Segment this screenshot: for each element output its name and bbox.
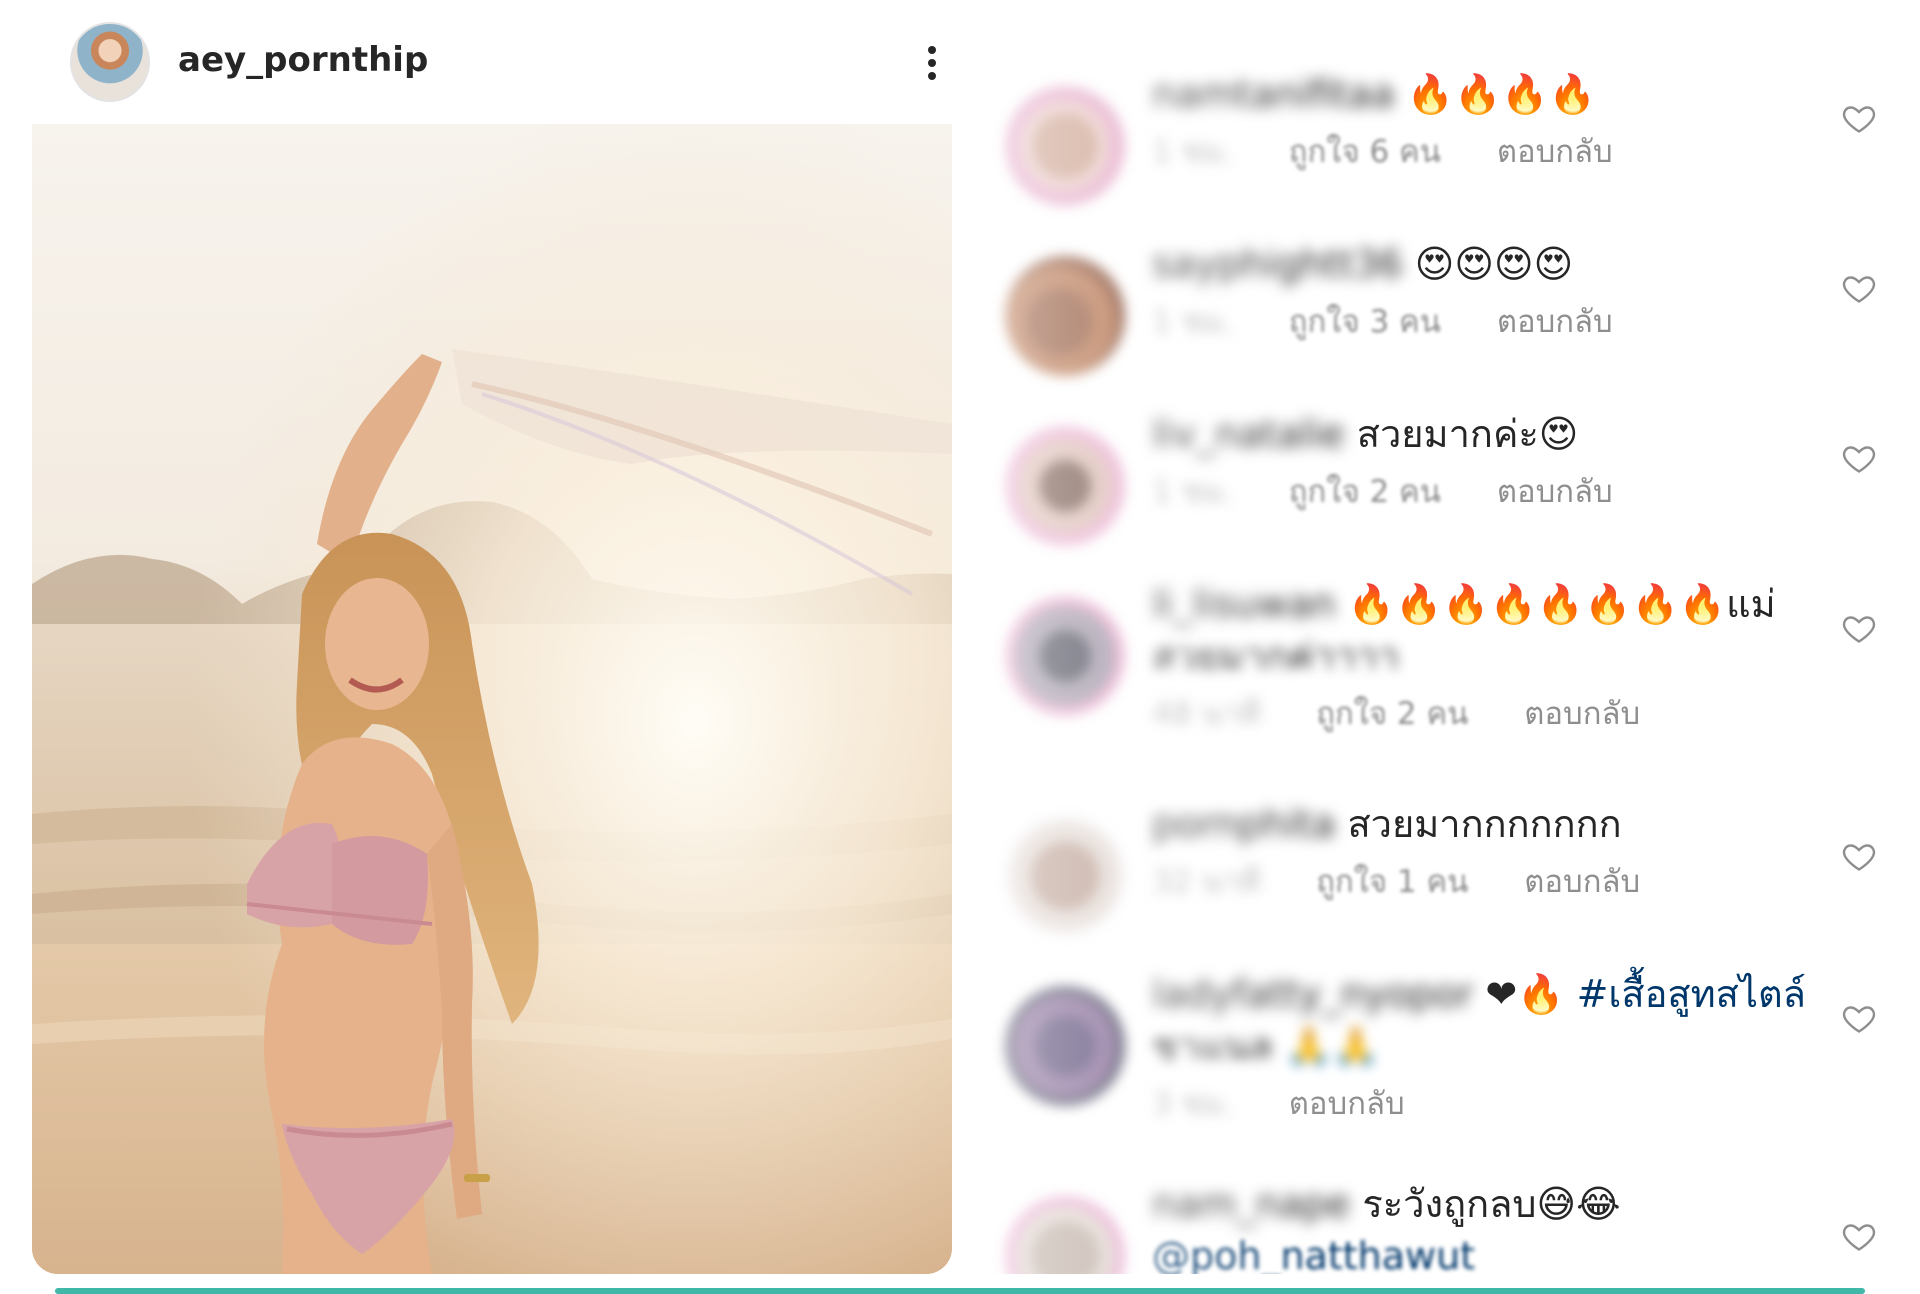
comment-text: สวยมากค่ะ😍: [1356, 412, 1579, 456]
reply-button[interactable]: ตอบกลับ: [1289, 1078, 1405, 1128]
commenter-avatar[interactable]: [1005, 596, 1125, 716]
comment-likes[interactable]: ถูกใจ 3 คน: [1289, 296, 1441, 346]
comment-item: sayphightt36 😍😍😍😍 1 ชม. ถูกใจ 3 คน ตอบกล…: [985, 238, 1900, 388]
comment-likes[interactable]: ถูกใจ 2 คน: [1316, 688, 1468, 738]
heart-outline-icon[interactable]: [1841, 440, 1877, 476]
comment-time: 1 ชม.: [1152, 474, 1233, 510]
commenter-avatar[interactable]: [1005, 816, 1125, 936]
commenter-avatar[interactable]: [1005, 86, 1125, 206]
heart-outline-icon[interactable]: [1841, 838, 1877, 874]
comment-username[interactable]: li_lisuwan: [1152, 578, 1336, 630]
comment-text: ❤🔥: [1485, 972, 1565, 1016]
heart-outline-icon[interactable]: [1841, 610, 1877, 646]
comment-text-continued: สวยมากค่าาาา: [1152, 634, 1399, 678]
comment-username[interactable]: namtanifitaa: [1152, 68, 1395, 120]
comment-item: li_lisuwan 🔥🔥🔥🔥🔥🔥🔥🔥แม่ สวยมากค่าาาา 48 น…: [985, 578, 1900, 788]
comment-username[interactable]: ladyfatty_nyopor: [1152, 968, 1473, 1020]
comment-username[interactable]: nam_nape: [1152, 1178, 1350, 1230]
reply-button[interactable]: ตอบกลับ: [1524, 688, 1640, 738]
comment-username[interactable]: liv_natalie: [1152, 408, 1345, 460]
bottom-accent-strip: [55, 1288, 1865, 1294]
profile-avatar[interactable]: [70, 22, 150, 102]
comment-item: pornphita สวยมากกกกกกก 32 นาที ถูกใจ 1 ค…: [985, 798, 1900, 948]
post-photo[interactable]: [32, 124, 952, 1274]
comment-hashtag[interactable]: #เสื้อสูทสไตล์: [1577, 972, 1806, 1016]
comment-text: สวยมากกกกกกก: [1347, 802, 1622, 846]
comment-text: 😍😍😍😍: [1414, 242, 1574, 286]
comments-panel[interactable]: namtanifitaa 🔥🔥🔥🔥 1 ชม. ถูกใจ 6 คน ตอบกล…: [985, 28, 1900, 1274]
comment-text: 🔥🔥🔥🔥: [1406, 72, 1596, 116]
reply-button[interactable]: ตอบกลับ: [1497, 296, 1613, 346]
comment-likes[interactable]: ถูกใจ 1 คน: [1316, 856, 1468, 906]
commenter-avatar[interactable]: [1005, 256, 1125, 376]
comment-item: liv_natalie สวยมากค่ะ😍 1 ชม. ถูกใจ 2 คน …: [985, 408, 1900, 558]
comment-time: 48 นาที: [1152, 696, 1261, 732]
comment-time: 1 ชม.: [1152, 134, 1233, 170]
comment-username[interactable]: pornphita: [1152, 798, 1335, 850]
more-options-icon[interactable]: [912, 32, 952, 92]
comment-username[interactable]: sayphightt36: [1152, 238, 1403, 290]
comment-mention[interactable]: @poh_natthawut: [1152, 1234, 1475, 1274]
comment-time: 32 นาที: [1152, 864, 1261, 900]
reply-button[interactable]: ตอบกลับ: [1497, 126, 1613, 176]
comment-item: ladyfatty_nyopor ❤🔥 #เสื้อสูทสไตล์ ชาแนล…: [985, 968, 1900, 1168]
post-username[interactable]: aey_pornthip: [178, 40, 428, 80]
reply-button[interactable]: ตอบกลับ: [1497, 466, 1613, 516]
beach-scene-illustration: [32, 124, 952, 1274]
heart-outline-icon[interactable]: [1841, 1000, 1877, 1036]
comment-time: 3 ชม.: [1152, 1086, 1233, 1122]
reply-button[interactable]: ตอบกลับ: [1524, 856, 1640, 906]
heart-outline-icon[interactable]: [1841, 270, 1877, 306]
post-header: aey_pornthip: [32, 12, 952, 122]
comment-likes[interactable]: ถูกใจ 6 คน: [1289, 126, 1441, 176]
comment-likes[interactable]: ถูกใจ 2 คน: [1289, 466, 1441, 516]
comment-text: 🔥🔥🔥🔥🔥🔥🔥🔥แม่: [1347, 582, 1776, 626]
heart-outline-icon[interactable]: [1841, 100, 1877, 136]
comment-time: 1 ชม.: [1152, 304, 1233, 340]
comment-text-continued: ชาแนล 🙏🙏: [1152, 1024, 1380, 1068]
commenter-avatar[interactable]: [1005, 986, 1125, 1106]
commenter-avatar[interactable]: [1005, 426, 1125, 546]
comment-item: nam_nape ระวังถูกลบ😅😂 @poh_natthawut: [985, 1178, 1900, 1274]
heart-outline-icon[interactable]: [1841, 1218, 1877, 1254]
comment-text: ระวังถูกลบ😅😂: [1362, 1182, 1621, 1226]
comment-item: namtanifitaa 🔥🔥🔥🔥 1 ชม. ถูกใจ 6 คน ตอบกล…: [985, 68, 1900, 218]
commenter-avatar[interactable]: [1005, 1196, 1125, 1274]
